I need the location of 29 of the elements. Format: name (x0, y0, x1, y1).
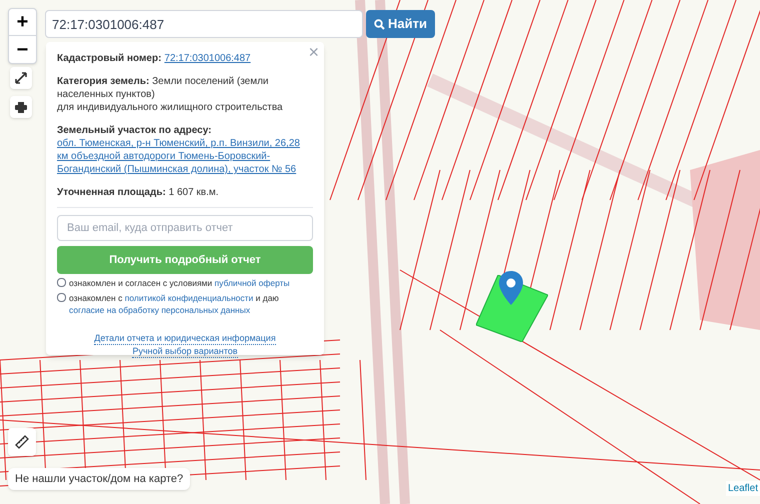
checkbox[interactable] (57, 278, 66, 287)
attribution-link[interactable]: Leaflet (726, 481, 760, 496)
info-text: Категория земель: Земли поселений (земли населенных пунктов) для индивидуального жилищного строительства (57, 75, 284, 114)
info-link[interactable]: обл. Тюменская, р-н Тюменский, р.п. Винзили, 26,28 км объездной автодороги Тюмень-Боровский-Богандинский (Пышминская долина), участок № 56 (57, 137, 307, 176)
details-link[interactable]: Ручной выбор вариантов (132, 345, 238, 358)
print-button[interactable] (10, 96, 32, 118)
info-text: Уточненная площадь: 1 607 кв.м. (57, 186, 220, 199)
details-link[interactable]: Детали отчета и юридическая информация (94, 332, 276, 345)
measure-button[interactable] (8, 428, 36, 456)
map-marker-icon[interactable] (499, 271, 523, 305)
search-icon (374, 18, 385, 30)
search-field[interactable]: 72:17:0301006:487 (45, 10, 363, 38)
ruler-icon (15, 435, 29, 449)
zoom-out-button[interactable]: − (9, 36, 36, 63)
email-field[interactable]: Ваш email, куда отправить отчет (57, 215, 313, 241)
agreement-link[interactable]: политикой конфиденциальности (124, 293, 254, 303)
not-found-button[interactable]: Не нашли участок/дом на карте? (8, 468, 190, 490)
agreement-link[interactable]: публичной оферты (214, 278, 290, 288)
fullscreen-button[interactable] (10, 67, 32, 89)
info-link[interactable]: 72:17:0301006:487 (164, 52, 251, 65)
search-button[interactable]: Найти (366, 10, 435, 38)
agreement-text: ознакомлен с политикой конфиденциальности и даю согласие на обработку персональных данных (69, 292, 280, 316)
info-label: Земельный участок по адресу: (57, 124, 213, 137)
checkbox[interactable] (57, 293, 66, 302)
agreement-link[interactable]: согласие на обработку персональных данных (69, 305, 250, 315)
zoom-in-button[interactable]: + (9, 9, 36, 36)
expand-icon (15, 72, 27, 84)
info-label: Кадастровый номер: (57, 52, 162, 65)
agreement-text: ознакомлен и согласен с условиями публичной оферты (69, 277, 290, 289)
